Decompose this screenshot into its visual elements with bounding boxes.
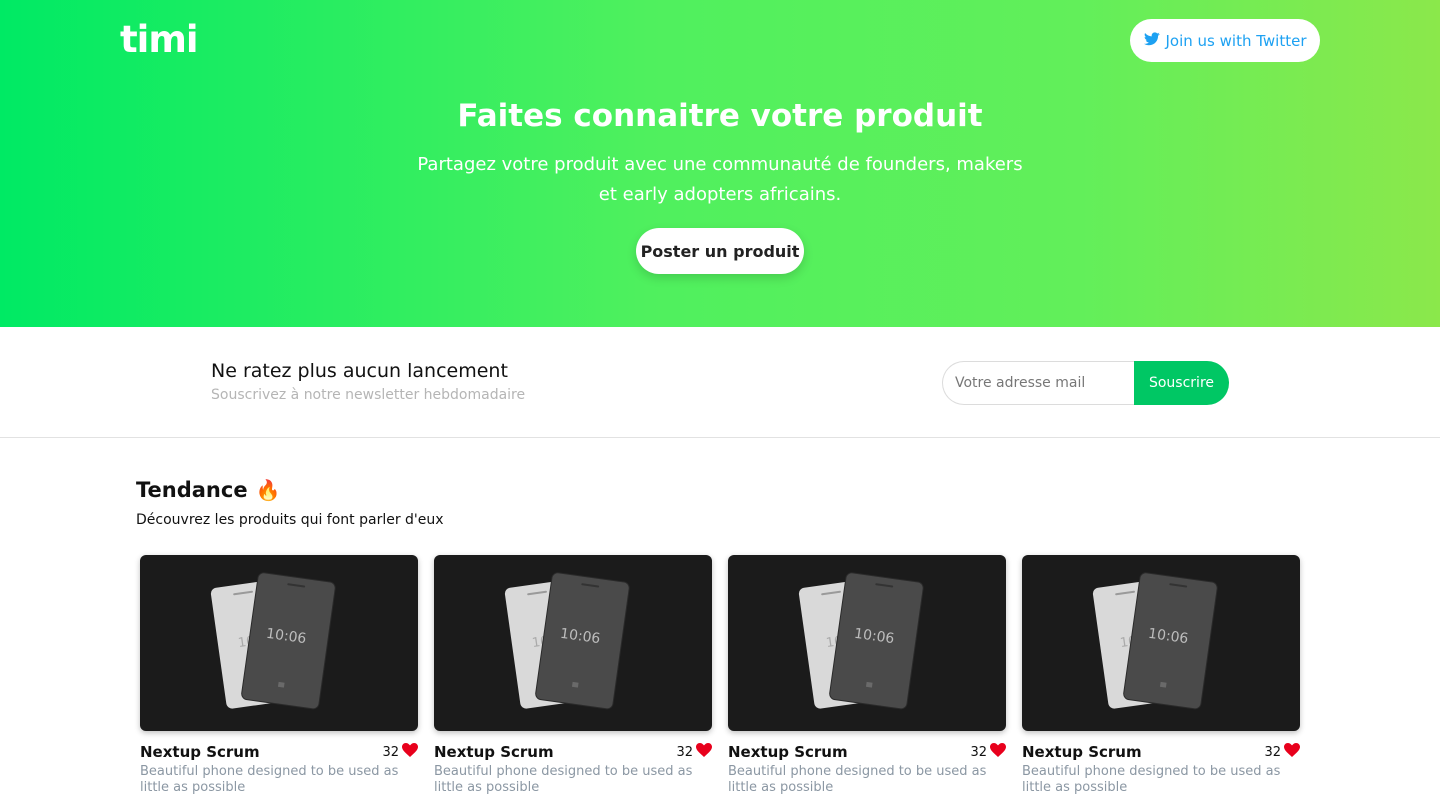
trending-title: Tendance — [136, 478, 248, 502]
heart-icon — [990, 743, 1006, 761]
trending-subtitle: Découvrez les produits qui font parler d… — [136, 512, 444, 528]
product-image[interactable]: 10 10:06 — [1022, 555, 1300, 731]
twitter-button-label: Join us with Twitter — [1165, 31, 1307, 50]
product-name[interactable]: Nextup Scrum — [1022, 743, 1142, 761]
subscribe-button[interactable]: Souscrire — [1134, 361, 1229, 405]
newsletter-title: Ne ratez plus aucun lancement — [211, 360, 508, 382]
like-button[interactable]: 32 — [382, 743, 418, 761]
fire-icon: 🔥 — [255, 478, 281, 502]
product-name[interactable]: Nextup Scrum — [140, 743, 260, 761]
like-button[interactable]: 32 — [676, 743, 712, 761]
product-name[interactable]: Nextup Scrum — [728, 743, 848, 761]
hero-section: timi Join us with Twitter Faites connait… — [0, 0, 1440, 327]
trending-heading: Tendance 🔥 — [136, 478, 280, 502]
product-description: Beautiful phone designed to be used as l… — [728, 764, 987, 795]
like-button[interactable]: 32 — [1264, 743, 1300, 761]
product-card[interactable]: 10 10:06 Nextup Scrum 32 Beautiful phone… — [1022, 555, 1300, 796]
twitter-icon — [1143, 31, 1160, 50]
newsletter-form: Souscrire — [942, 361, 1229, 405]
twitter-join-button[interactable]: Join us with Twitter — [1130, 19, 1320, 62]
product-image[interactable]: 10 10:06 — [434, 555, 712, 731]
heart-icon — [696, 743, 712, 761]
heart-icon — [1284, 743, 1300, 761]
hero-subtitle: Partagez votre produit avec une communau… — [417, 154, 1023, 205]
product-image[interactable]: 10 10:06 — [728, 555, 1006, 731]
product-description: Beautiful phone designed to be used as l… — [1022, 764, 1281, 795]
post-product-button[interactable]: Poster un produit — [636, 228, 804, 274]
logo[interactable]: timi — [120, 18, 199, 61]
email-input[interactable] — [942, 361, 1134, 405]
product-card[interactable]: 10 10:06 Nextup Scrum 32 Beautiful phone… — [434, 555, 712, 796]
heart-icon — [402, 743, 418, 761]
product-card[interactable]: 10 10:06 Nextup Scrum 32 Beautiful phone… — [140, 555, 418, 796]
product-name[interactable]: Nextup Scrum — [434, 743, 554, 761]
like-count: 32 — [382, 744, 399, 760]
newsletter-subtitle: Souscrivez à notre newsletter hebdomadai… — [211, 387, 526, 403]
like-button[interactable]: 32 — [970, 743, 1006, 761]
product-description: Beautiful phone designed to be used as l… — [434, 764, 693, 795]
like-count: 32 — [676, 744, 693, 760]
product-grid: 10 10:06 Nextup Scrum 32 Beautiful phone… — [140, 555, 1300, 796]
like-count: 32 — [1264, 744, 1281, 760]
product-image[interactable]: 10 10:06 — [140, 555, 418, 731]
like-count: 32 — [970, 744, 987, 760]
hero-title: Faites connaitre votre produit — [457, 98, 983, 134]
product-description: Beautiful phone designed to be used as l… — [140, 764, 399, 795]
newsletter-section: Ne ratez plus aucun lancement Souscrivez… — [0, 327, 1440, 438]
product-card[interactable]: 10 10:06 Nextup Scrum 32 Beautiful phone… — [728, 555, 1006, 796]
